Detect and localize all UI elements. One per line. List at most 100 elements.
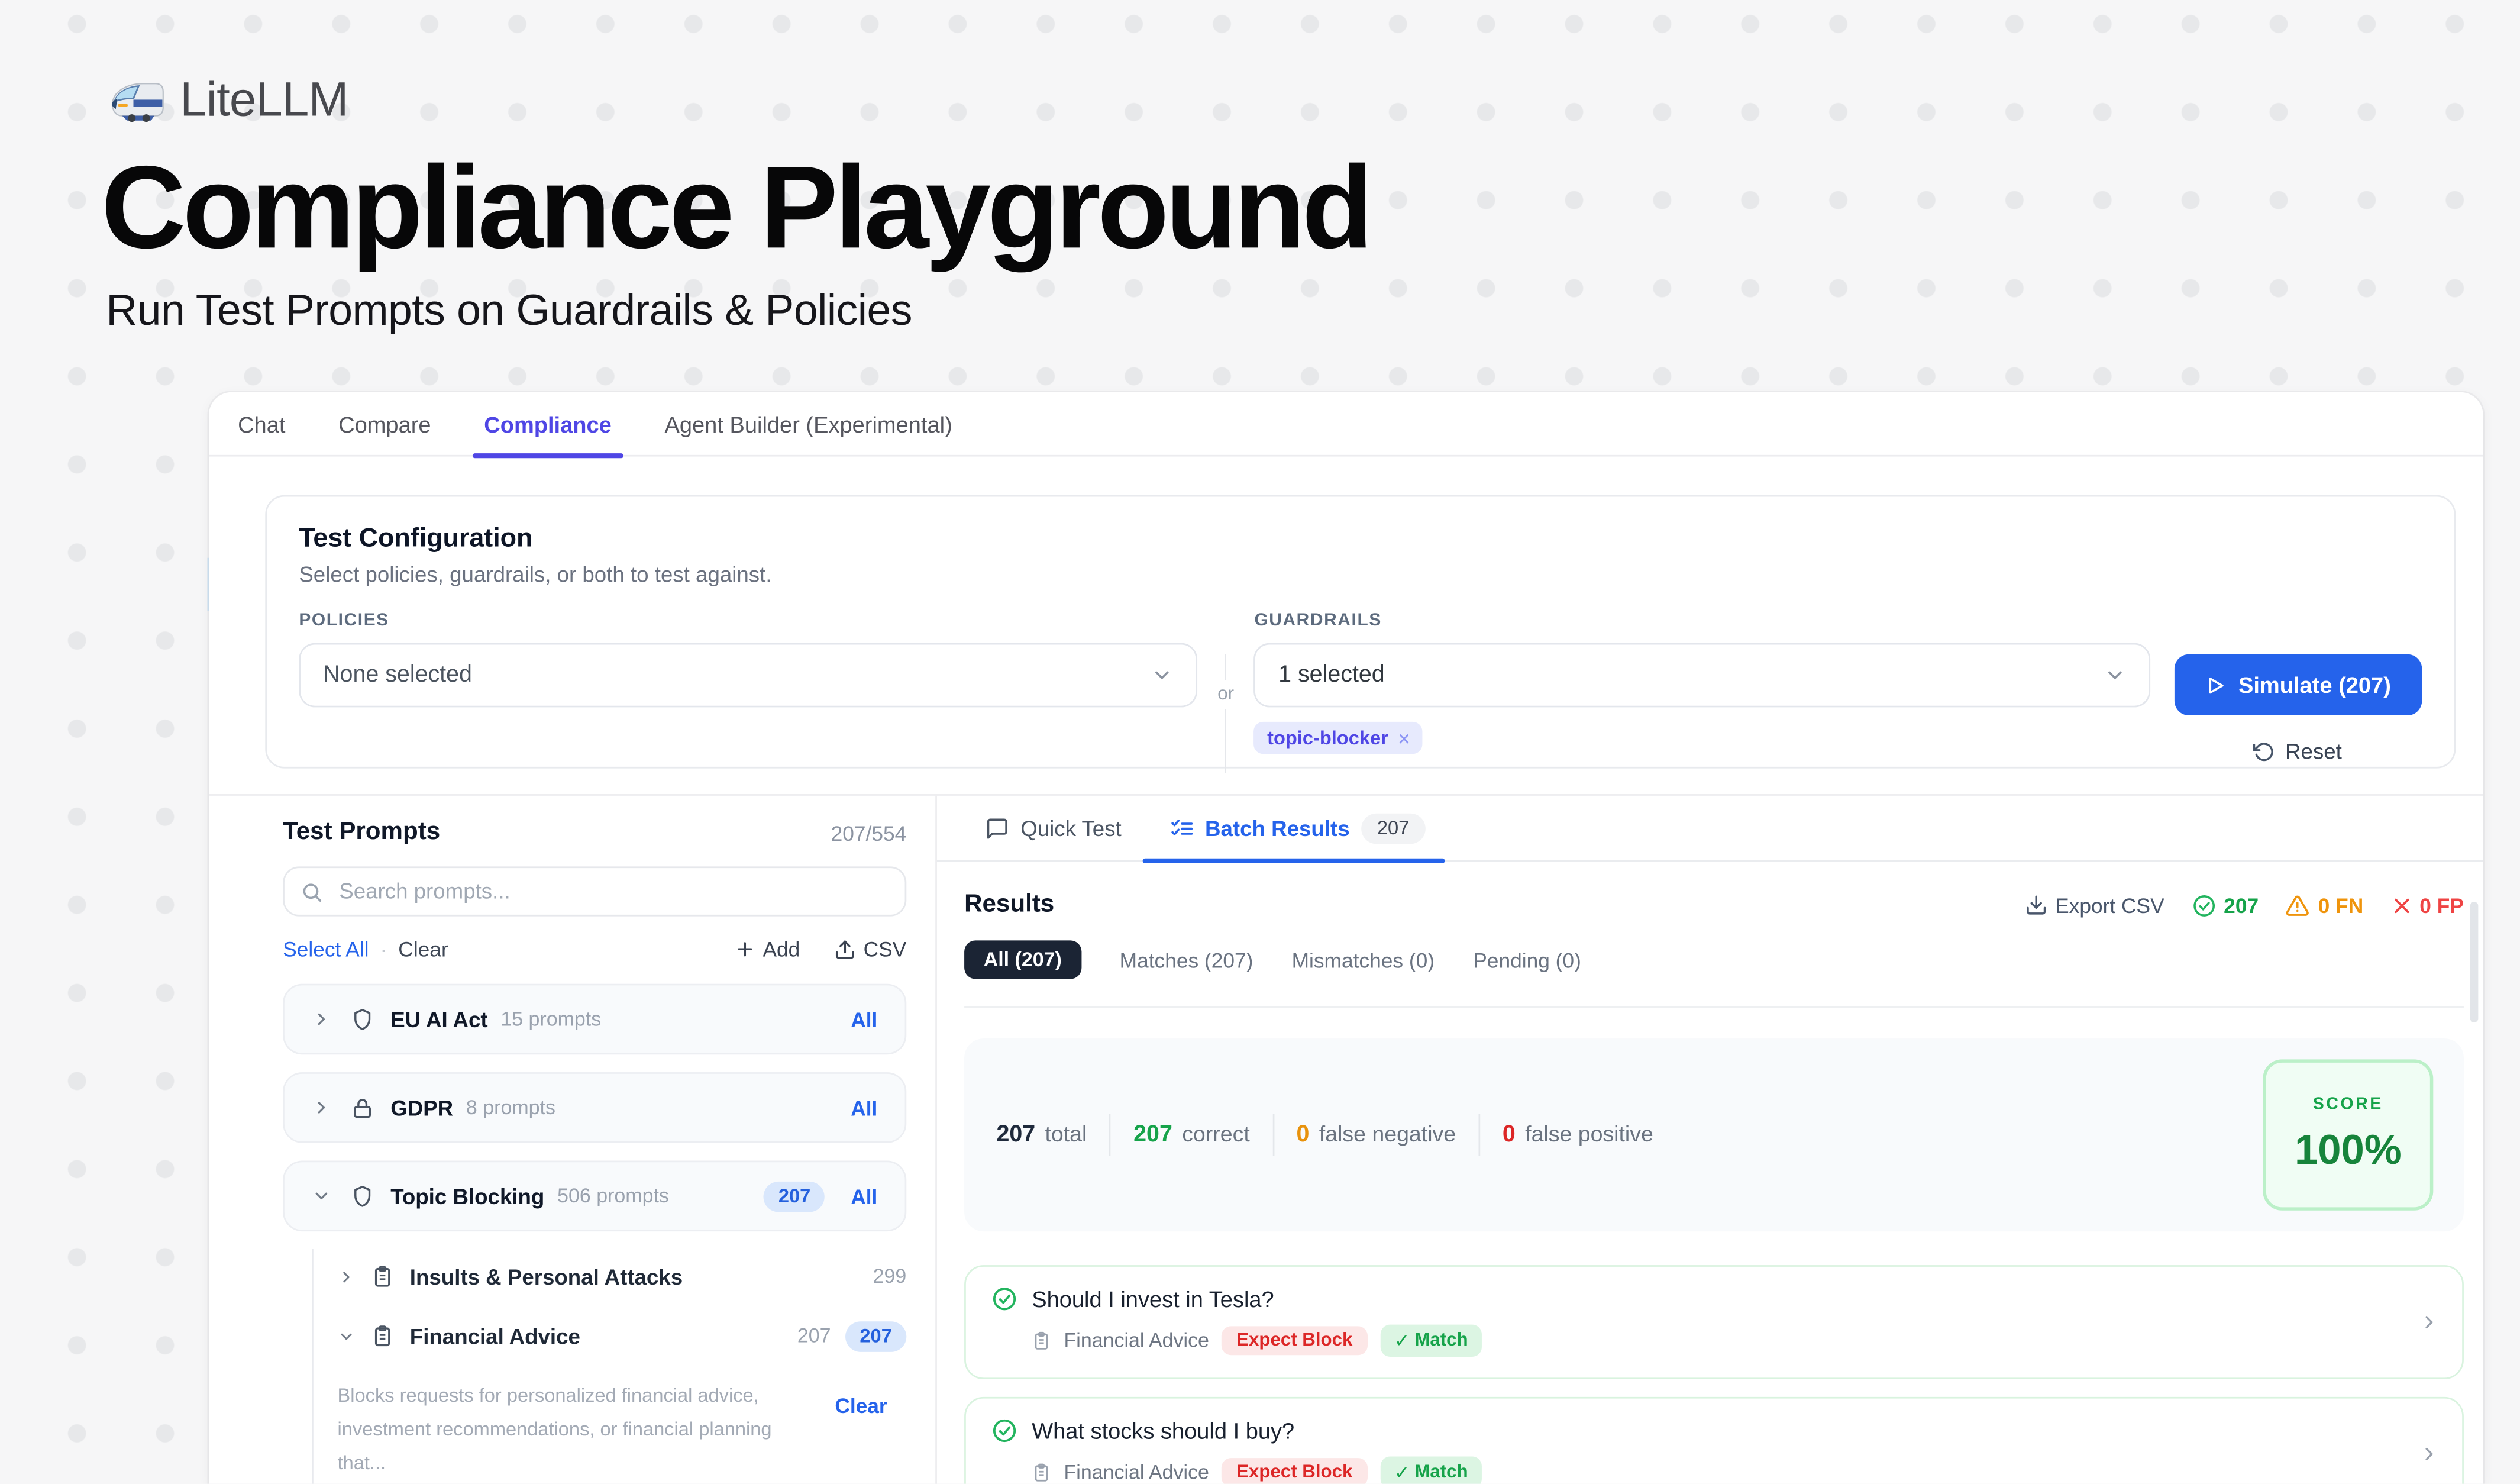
prompt-group-topic-blocking[interactable]: Topic Blocking 506 prompts 207 All [283, 1161, 906, 1232]
quick-test-label: Quick Test [1020, 816, 1122, 840]
clipboard-icon [1032, 1463, 1051, 1482]
panels-container: Test Prompts 207/554 Select All · Clear [209, 794, 2483, 1484]
check-icon: ✓ [1394, 1462, 1410, 1484]
subgroup-financial-advice[interactable]: Financial Advice 207 207 [338, 1320, 907, 1352]
divider [964, 1006, 2464, 1008]
result-row-stocks[interactable]: What stocks should I buy? Financial Advi… [964, 1397, 2464, 1484]
subgroup-name: Insults & Personal Attacks [410, 1264, 683, 1289]
result-row-tesla[interactable]: Should I invest in Tesla? Financial Advi… [964, 1265, 2464, 1379]
tab-compliance[interactable]: Compliance [484, 392, 612, 456]
search-input[interactable] [336, 878, 889, 905]
brand-name: LiteLLM [180, 74, 348, 128]
scrollbar-thumb[interactable] [2470, 902, 2479, 1022]
reset-icon [2254, 741, 2276, 763]
policies-select[interactable]: None selected [299, 643, 1197, 708]
check-circle-icon [991, 1418, 1017, 1443]
results-title: Results [964, 891, 1054, 920]
chevron-down-icon [312, 1186, 331, 1206]
score-value: 100% [2295, 1125, 2402, 1175]
remove-chip-icon[interactable]: × [1398, 727, 1410, 748]
filter-all[interactable]: All (207) [964, 940, 1081, 979]
reset-button[interactable]: Reset [2174, 738, 2422, 765]
group-all-link[interactable]: All [851, 1184, 877, 1208]
upload-csv-button[interactable]: CSV [833, 937, 906, 962]
select-all-link[interactable]: Select All [283, 937, 369, 962]
test-configuration-card: Test Configuration Select policies, guar… [265, 495, 2456, 769]
group-meta: 506 prompts [557, 1185, 669, 1207]
lock-icon [350, 1096, 374, 1120]
tab-agent-builder[interactable]: Agent Builder (Experimental) [664, 392, 952, 456]
page-subtitle: Run Test Prompts on Guardrails & Policie… [106, 286, 912, 336]
subgroup-count: 207 [797, 1325, 831, 1347]
false-positive-count: 0 FP [2419, 893, 2464, 917]
chevron-right-icon [338, 1267, 356, 1285]
tab-chat[interactable]: Chat [238, 392, 285, 456]
subgroup-selected-badge: 207 [845, 1321, 906, 1351]
score-label: SCORE [2313, 1095, 2383, 1114]
prompt-search-box[interactable] [283, 866, 906, 916]
export-csv-button[interactable]: Export CSV [2024, 893, 2164, 917]
tab-quick-test[interactable]: Quick Test [985, 795, 1121, 860]
topic-blocking-subgroups: Insults & Personal Attacks 299 Financial… [312, 1249, 906, 1484]
total-value: 207 [996, 1122, 1035, 1147]
results-filters: All (207) Matches (207) Mismatches (0) P… [964, 940, 2464, 979]
x-icon [2390, 895, 2411, 915]
result-category: Financial Advice [1064, 1330, 1209, 1352]
score-card: SCORE 100% [2263, 1059, 2433, 1210]
result-prompt: What stocks should I buy? [1032, 1418, 1294, 1443]
guardrails-select-value: 1 selected [1278, 662, 1385, 688]
selected-guardrail-chip[interactable]: topic-blocker × [1254, 722, 1423, 754]
chevron-right-icon [2419, 1312, 2440, 1333]
false-positive-label: false positive [1525, 1122, 1653, 1146]
group-all-link[interactable]: All [851, 1007, 877, 1031]
filter-pending[interactable]: Pending (0) [1473, 948, 1581, 972]
dot-separator: · [380, 937, 387, 962]
false-negative-label: false negative [1319, 1122, 1456, 1146]
guardrails-select[interactable]: 1 selected [1254, 643, 2149, 708]
tab-compare[interactable]: Compare [338, 392, 431, 456]
compliance-playground-page: LiteLLM Compliance Playground Run Test P… [0, 0, 2520, 1484]
filter-mismatches[interactable]: Mismatches (0) [1292, 948, 1435, 972]
chevron-right-icon [312, 1009, 331, 1029]
result-category: Financial Advice [1064, 1462, 1209, 1484]
bullet-train-icon [106, 79, 166, 124]
test-prompts-panel: Test Prompts 207/554 Select All · Clear [209, 796, 937, 1484]
results-panel: Quick Test Batch Results 207 Results [937, 796, 2483, 1484]
brand-logo: LiteLLM [106, 74, 348, 128]
subgroup-clear-link[interactable]: Clear [835, 1379, 887, 1480]
list-checks-icon [1169, 816, 1194, 840]
simulate-button[interactable]: Simulate (207) [2174, 654, 2422, 715]
match-badge: ✓ Match [1380, 1325, 1483, 1357]
false-positive-stat: 0 FP [2390, 893, 2464, 917]
warning-triangle-icon [2286, 893, 2310, 917]
prompts-title: Test Prompts [283, 818, 440, 847]
add-label: Add [763, 937, 800, 962]
group-all-link[interactable]: All [851, 1096, 877, 1120]
shield-icon [350, 1184, 374, 1208]
expect-block-badge: Expect Block [1222, 1326, 1367, 1355]
tab-batch-results[interactable]: Batch Results 207 [1169, 795, 1425, 860]
group-meta: 8 prompts [466, 1096, 555, 1119]
passed-count: 207 [2224, 893, 2259, 917]
message-square-icon [985, 816, 1009, 840]
false-negative-value: 0 [1297, 1122, 1310, 1147]
subgroup-name: Financial Advice [410, 1324, 580, 1348]
csv-label: CSV [864, 937, 907, 962]
upload-icon [833, 938, 855, 960]
selected-count-badge: 207 [764, 1181, 825, 1212]
prompt-group-eu-ai-act[interactable]: EU AI Act 15 prompts All [283, 984, 906, 1055]
clear-link[interactable]: Clear [398, 937, 448, 962]
filter-matches[interactable]: Matches (207) [1120, 948, 1253, 972]
plus-icon [734, 939, 755, 960]
subgroup-insults[interactable]: Insults & Personal Attacks 299 [338, 1260, 907, 1292]
check-circle-icon [2192, 893, 2216, 917]
results-list: Should I invest in Tesla? Financial Advi… [964, 1265, 2464, 1484]
add-prompt-button[interactable]: Add [734, 937, 800, 962]
group-name: GDPR [390, 1096, 453, 1120]
chevron-down-icon [1151, 664, 1173, 686]
policies-label: POLICIES [299, 611, 1197, 630]
clipboard-icon [371, 1325, 394, 1347]
or-label: or [1217, 680, 1234, 709]
prompt-group-gdpr[interactable]: GDPR 8 prompts All [283, 1072, 906, 1143]
group-name: Topic Blocking [390, 1184, 544, 1208]
